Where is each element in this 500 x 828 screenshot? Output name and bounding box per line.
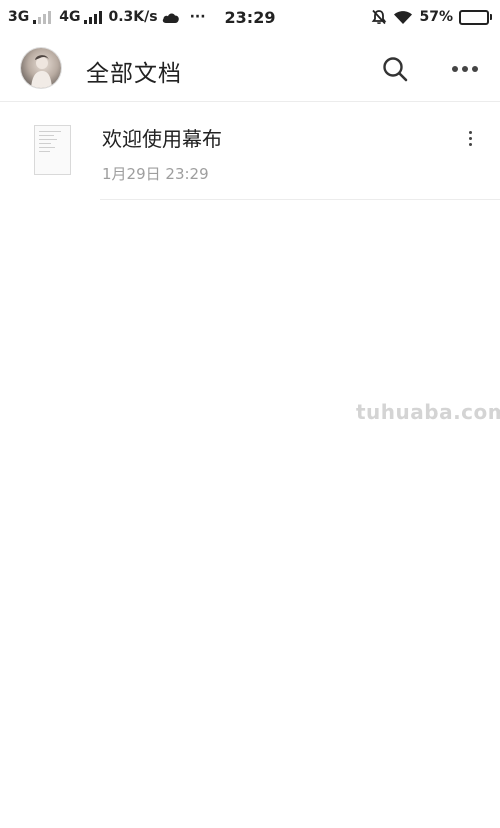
battery-percent: 57% <box>419 9 453 25</box>
page-title: 全部文档 <box>86 61 182 87</box>
status-right: 57% <box>371 0 492 34</box>
vertical-dots-icon <box>468 130 472 134</box>
avatar[interactable] <box>21 48 61 88</box>
watermark: tuhuaba.com <box>356 400 500 424</box>
status-time: 23:29 <box>224 7 276 27</box>
document-more-button[interactable] <box>460 125 480 151</box>
more-button[interactable] <box>450 54 480 84</box>
app-header: 全部文档 <box>0 34 500 102</box>
document-list-item[interactable]: 欢迎使用幕布 1月29日 23:29 <box>0 103 500 200</box>
document-title: 欢迎使用幕布 <box>102 127 222 151</box>
battery-icon <box>459 9 492 25</box>
wifi-icon <box>394 10 413 24</box>
document-timestamp: 1月29日 23:29 <box>102 165 209 183</box>
divider <box>100 199 500 200</box>
document-thumbnail-icon <box>34 125 71 175</box>
search-icon <box>383 57 408 82</box>
search-button[interactable] <box>380 54 410 84</box>
mute-bell-icon <box>372 9 387 25</box>
status-bar: 3G 4G 0.3K/s ··· 23:29 57% <box>0 0 500 34</box>
more-icon <box>452 66 478 72</box>
